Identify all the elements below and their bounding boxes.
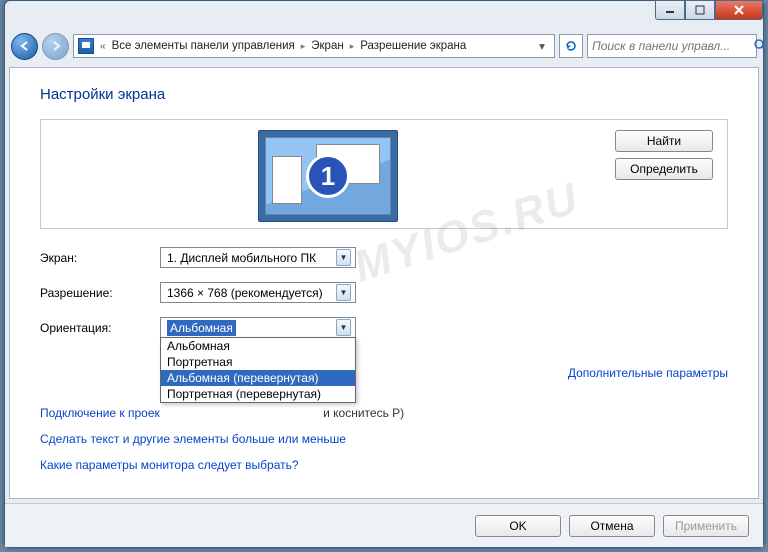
orientation-combo[interactable]: Альбомная ▼ Альбомная Портретная Альбомн… [160,317,356,338]
screen-row: Экран: 1. Дисплей мобильного ПК ▼ [40,247,728,268]
identify-button[interactable]: Определить [615,158,713,180]
projector-hint: и коснитесь P) [323,406,404,420]
chevron-down-icon: ▼ [336,284,351,301]
apply-button[interactable]: Применить [663,515,749,537]
orientation-label: Ориентация: [40,321,160,335]
control-panel-icon [78,38,94,54]
back-button[interactable] [11,33,38,60]
breadcrumb-3[interactable]: Разрешение экрана [360,40,466,52]
screen-value: 1. Дисплей мобильного ПК [167,251,316,265]
window-controls [655,0,763,20]
preview-buttons: Найти Определить [615,130,713,218]
maximize-button[interactable] [685,0,715,20]
display-preview-box: 1 Найти Определить [40,119,728,229]
dialog-footer: OK Отмена Применить [5,503,763,547]
search-box[interactable] [587,34,757,58]
forward-button[interactable] [42,33,69,60]
monitor-number: 1 [306,154,350,198]
text-size-link[interactable]: Сделать текст и другие элементы больше и… [40,432,728,446]
which-settings-link[interactable]: Какие параметры монитора следует выбрать… [40,458,728,472]
breadcrumb-2[interactable]: Экран [311,40,343,52]
ok-button[interactable]: OK [475,515,561,537]
breadcrumb-sep-icon: ▸ [350,41,355,52]
orientation-value: Альбомная [167,320,236,336]
cancel-button[interactable]: Отмена [569,515,655,537]
control-panel-window: « Все элементы панели управления ▸ Экран… [4,0,764,548]
resolution-label: Разрешение: [40,286,160,300]
find-button[interactable]: Найти [615,130,713,152]
content-area: MYIOS.RU Настройки экрана 1 Найти Опреде… [9,67,759,499]
search-input[interactable] [592,39,749,53]
resolution-combo[interactable]: 1366 × 768 (рекомендуется) ▼ [160,282,356,303]
address-dropdown-icon[interactable]: ▾ [534,35,550,57]
advanced-settings-link[interactable]: Дополнительные параметры [568,366,728,380]
page-title: Настройки экрана [40,86,728,103]
orientation-option-3[interactable]: Портретная (перевернутая) [161,386,355,402]
minimize-button[interactable] [655,0,685,20]
breadcrumb-prefix: « [100,41,106,52]
preview-center: 1 [55,130,601,218]
resolution-value: 1366 × 768 (рекомендуется) [167,286,323,300]
chevron-down-icon: ▼ [336,249,351,266]
breadcrumb-sep-icon: ▸ [301,41,306,52]
close-button[interactable] [715,0,763,20]
refresh-button[interactable] [559,34,583,58]
orientation-option-1[interactable]: Портретная [161,354,355,370]
breadcrumb-1[interactable]: Все элементы панели управления [112,40,295,52]
orientation-dropdown: Альбомная Портретная Альбомная (переверн… [160,337,356,403]
chevron-down-icon: ▼ [336,319,351,336]
screen-label: Экран: [40,251,160,265]
orientation-row: Ориентация: Альбомная ▼ Альбомная Портре… [40,317,728,338]
orientation-option-0[interactable]: Альбомная [161,338,355,354]
screen-combo[interactable]: 1. Дисплей мобильного ПК ▼ [160,247,356,268]
navigation-bar: « Все элементы панели управления ▸ Экран… [5,29,763,63]
monitor-thumbnail[interactable]: 1 [258,130,398,222]
projector-link-row: Подключение к проек и коснитесь P) [40,406,728,420]
search-icon[interactable] [753,38,767,55]
address-bar[interactable]: « Все элементы панели управления ▸ Экран… [73,34,555,58]
orientation-option-2[interactable]: Альбомная (перевернутая) [161,370,355,386]
resolution-row: Разрешение: 1366 × 768 (рекомендуется) ▼ [40,282,728,303]
projector-link[interactable]: Подключение к проек [40,406,160,420]
